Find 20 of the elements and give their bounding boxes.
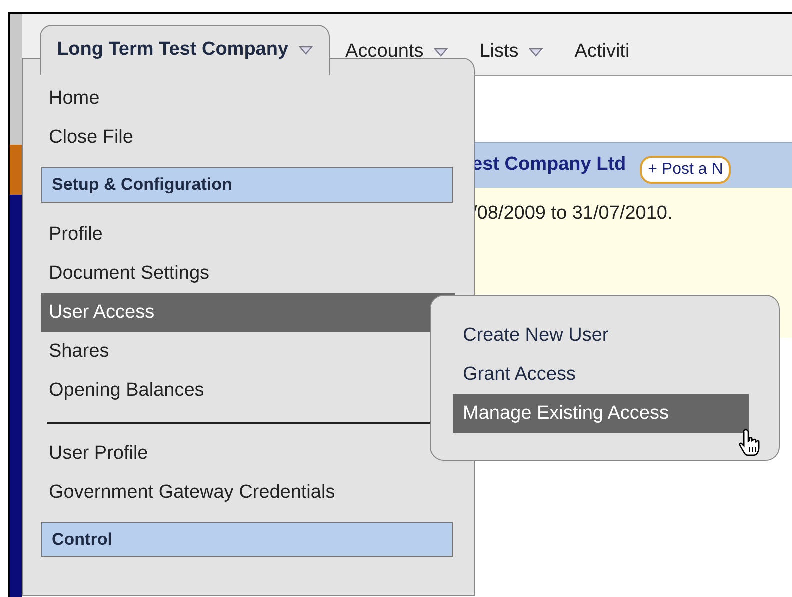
menu-item[interactable]: Government Gateway Credentials: [47, 472, 338, 512]
menu-item[interactable]: Close File: [47, 118, 136, 157]
menu-item[interactable]: Opening Balances: [47, 370, 206, 410]
menu-item[interactable]: Shares: [47, 332, 112, 370]
menu-item[interactable]: User Profile: [47, 434, 150, 472]
post-button[interactable]: + Post a N: [640, 156, 732, 184]
period-text: /08/2009 to 31/07/2010.: [472, 203, 673, 224]
submenu-item[interactable]: Create New User: [453, 316, 749, 355]
nav-tab[interactable]: Long Term Test Company: [40, 25, 330, 75]
submenu-item[interactable]: Grant Access: [453, 355, 749, 394]
nav-tab[interactable]: Accounts: [330, 29, 464, 75]
menu-item[interactable]: Home: [47, 79, 102, 118]
menu-section-header: Control: [41, 522, 453, 557]
nav-tab[interactable]: Activiti: [558, 29, 646, 75]
menu-item[interactable]: User Access: [41, 292, 455, 332]
menu-item[interactable]: Document Settings: [47, 254, 212, 292]
menu-item[interactable]: Profile: [47, 214, 105, 254]
nav-tab[interactable]: Lists: [464, 29, 559, 75]
submenu-item[interactable]: Manage Existing Access: [453, 394, 749, 433]
menu-section-header: Setup & Configuration: [41, 167, 453, 202]
